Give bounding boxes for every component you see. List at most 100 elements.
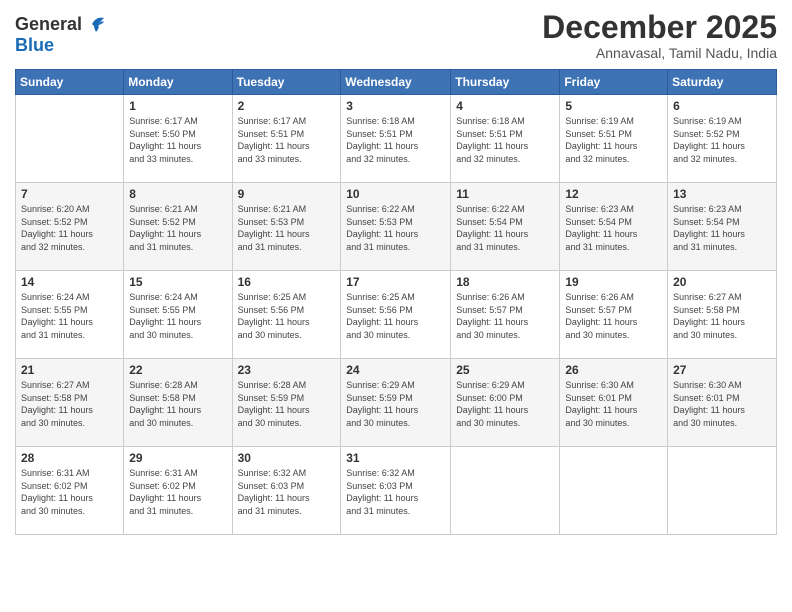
day-info: Sunrise: 6:23 AM Sunset: 5:54 PM Dayligh… [565, 203, 662, 253]
calendar-header-row: SundayMondayTuesdayWednesdayThursdayFrid… [16, 70, 777, 95]
day-info: Sunrise: 6:24 AM Sunset: 5:55 PM Dayligh… [21, 291, 118, 341]
calendar-cell: 20Sunrise: 6:27 AM Sunset: 5:58 PM Dayli… [668, 271, 777, 359]
logo-general-text: General [15, 14, 82, 35]
calendar-cell: 21Sunrise: 6:27 AM Sunset: 5:58 PM Dayli… [16, 359, 124, 447]
calendar-cell: 14 Sunrise: 6:24 AM Sunset: 5:55 PM Dayli… [16, 271, 124, 359]
calendar-week-row: 14 Sunrise: 6:24 AM Sunset: 5:55 PM Dayli… [16, 271, 777, 359]
calendar-cell: 11 Sunrise: 6:22 AM Sunset: 5:54 PM Dayli… [451, 183, 560, 271]
day-info: Sunrise: 6:26 AM Sunset: 5:57 PM Dayligh… [565, 291, 662, 341]
calendar-cell: 1 Sunrise: 6:17 AM Sunset: 5:50 PM Daylig… [124, 95, 232, 183]
logo-bird-icon [84, 14, 106, 34]
day-info: Sunrise: 6:32 AM Sunset: 6:03 PM Dayligh… [238, 467, 336, 517]
day-info: Sunrise: 6:18 AM Sunset: 5:51 PM Dayligh… [346, 115, 445, 165]
calendar-cell [451, 447, 560, 535]
day-number: 11 [456, 187, 554, 201]
logo: General Blue [15, 14, 106, 56]
day-number: 8 [129, 187, 226, 201]
calendar-cell: 30Sunrise: 6:32 AM Sunset: 6:03 PM Dayli… [232, 447, 341, 535]
day-of-week-header: Monday [124, 70, 232, 95]
day-info: Sunrise: 6:28 AM Sunset: 5:58 PM Dayligh… [129, 379, 226, 429]
day-number: 16 [238, 275, 336, 289]
day-of-week-header: Wednesday [341, 70, 451, 95]
day-number: 23 [238, 363, 336, 377]
calendar-cell: 28 Sunrise: 6:31 AM Sunset: 6:02 PM Dayli… [16, 447, 124, 535]
day-number: 27 [673, 363, 771, 377]
day-info: Sunrise: 6:21 AM Sunset: 5:52 PM Dayligh… [129, 203, 226, 253]
calendar-table: SundayMondayTuesdayWednesdayThursdayFrid… [15, 69, 777, 535]
day-number: 3 [346, 99, 445, 113]
day-info: Sunrise: 6:23 AM Sunset: 5:54 PM Dayligh… [673, 203, 771, 253]
day-info: Sunrise: 6:19 AM Sunset: 5:52 PM Dayligh… [673, 115, 771, 165]
calendar-cell: 31Sunrise: 6:32 AM Sunset: 6:03 PM Dayli… [341, 447, 451, 535]
day-number: 18 [456, 275, 554, 289]
calendar-week-row: 28 Sunrise: 6:31 AM Sunset: 6:02 PM Dayli… [16, 447, 777, 535]
day-number: 19 [565, 275, 662, 289]
calendar-cell: 2 Sunrise: 6:17 AM Sunset: 5:51 PM Daylig… [232, 95, 341, 183]
day-number: 28 [21, 451, 118, 465]
day-number: 5 [565, 99, 662, 113]
day-number: 26 [565, 363, 662, 377]
day-info: Sunrise: 6:19 AM Sunset: 5:51 PM Dayligh… [565, 115, 662, 165]
day-info: Sunrise: 6:27 AM Sunset: 5:58 PM Dayligh… [673, 291, 771, 341]
day-number: 14 [21, 275, 118, 289]
calendar-week-row: 7 Sunrise: 6:20 AM Sunset: 5:52 PM Daylig… [16, 183, 777, 271]
calendar-cell [16, 95, 124, 183]
day-info: Sunrise: 6:29 AM Sunset: 5:59 PM Dayligh… [346, 379, 445, 429]
calendar-cell [560, 447, 668, 535]
calendar-cell: 4 Sunrise: 6:18 AM Sunset: 5:51 PM Daylig… [451, 95, 560, 183]
day-info: Sunrise: 6:31 AM Sunset: 6:02 PM Dayligh… [129, 467, 226, 517]
day-info: Sunrise: 6:21 AM Sunset: 5:53 PM Dayligh… [238, 203, 336, 253]
day-info: Sunrise: 6:31 AM Sunset: 6:02 PM Dayligh… [21, 467, 118, 517]
day-info: Sunrise: 6:22 AM Sunset: 5:54 PM Dayligh… [456, 203, 554, 253]
day-number: 25 [456, 363, 554, 377]
logo-blue-text: Blue [15, 35, 54, 55]
day-info: Sunrise: 6:18 AM Sunset: 5:51 PM Dayligh… [456, 115, 554, 165]
calendar-cell: 6 Sunrise: 6:19 AM Sunset: 5:52 PM Daylig… [668, 95, 777, 183]
calendar-cell: 12 Sunrise: 6:23 AM Sunset: 5:54 PM Dayli… [560, 183, 668, 271]
day-number: 22 [129, 363, 226, 377]
header: General Blue December 2025 Annavasal, Ta… [15, 10, 777, 61]
title-area: December 2025 Annavasal, Tamil Nadu, Ind… [542, 10, 777, 61]
calendar-week-row: 1 Sunrise: 6:17 AM Sunset: 5:50 PM Daylig… [16, 95, 777, 183]
day-of-week-header: Friday [560, 70, 668, 95]
calendar-cell: 10Sunrise: 6:22 AM Sunset: 5:53 PM Dayli… [341, 183, 451, 271]
day-number: 29 [129, 451, 226, 465]
calendar-cell: 25Sunrise: 6:29 AM Sunset: 6:00 PM Dayli… [451, 359, 560, 447]
day-number: 17 [346, 275, 445, 289]
calendar-cell: 29 Sunrise: 6:31 AM Sunset: 6:02 PM Dayli… [124, 447, 232, 535]
day-number: 2 [238, 99, 336, 113]
day-number: 24 [346, 363, 445, 377]
calendar-cell: 22 Sunrise: 6:28 AM Sunset: 5:58 PM Dayli… [124, 359, 232, 447]
page: General Blue December 2025 Annavasal, Ta… [0, 0, 792, 612]
calendar-cell [668, 447, 777, 535]
calendar-cell: 15 Sunrise: 6:24 AM Sunset: 5:55 PM Dayli… [124, 271, 232, 359]
calendar-cell: 17Sunrise: 6:25 AM Sunset: 5:56 PM Dayli… [341, 271, 451, 359]
calendar-cell: 24 Sunrise: 6:29 AM Sunset: 5:59 PM Dayli… [341, 359, 451, 447]
day-info: Sunrise: 6:32 AM Sunset: 6:03 PM Dayligh… [346, 467, 445, 517]
day-info: Sunrise: 6:22 AM Sunset: 5:53 PM Dayligh… [346, 203, 445, 253]
calendar-cell: 18Sunrise: 6:26 AM Sunset: 5:57 PM Dayli… [451, 271, 560, 359]
day-info: Sunrise: 6:24 AM Sunset: 5:55 PM Dayligh… [129, 291, 226, 341]
day-info: Sunrise: 6:25 AM Sunset: 5:56 PM Dayligh… [238, 291, 336, 341]
day-info: Sunrise: 6:30 AM Sunset: 6:01 PM Dayligh… [673, 379, 771, 429]
calendar-cell: 13Sunrise: 6:23 AM Sunset: 5:54 PM Dayli… [668, 183, 777, 271]
day-number: 6 [673, 99, 771, 113]
day-number: 21 [21, 363, 118, 377]
day-number: 1 [129, 99, 226, 113]
day-info: Sunrise: 6:17 AM Sunset: 5:50 PM Dayligh… [129, 115, 226, 165]
calendar-cell: 9Sunrise: 6:21 AM Sunset: 5:53 PM Daylig… [232, 183, 341, 271]
day-number: 12 [565, 187, 662, 201]
day-info: Sunrise: 6:20 AM Sunset: 5:52 PM Dayligh… [21, 203, 118, 253]
calendar-cell: 16 Sunrise: 6:25 AM Sunset: 5:56 PM Dayli… [232, 271, 341, 359]
calendar-cell: 27 Sunrise: 6:30 AM Sunset: 6:01 PM Dayli… [668, 359, 777, 447]
calendar-week-row: 21Sunrise: 6:27 AM Sunset: 5:58 PM Dayli… [16, 359, 777, 447]
day-of-week-header: Tuesday [232, 70, 341, 95]
calendar-cell: 3 Sunrise: 6:18 AM Sunset: 5:51 PM Daylig… [341, 95, 451, 183]
month-title: December 2025 [542, 10, 777, 45]
calendar-cell: 19 Sunrise: 6:26 AM Sunset: 5:57 PM Dayli… [560, 271, 668, 359]
day-info: Sunrise: 6:17 AM Sunset: 5:51 PM Dayligh… [238, 115, 336, 165]
day-number: 15 [129, 275, 226, 289]
day-number: 4 [456, 99, 554, 113]
location: Annavasal, Tamil Nadu, India [542, 45, 777, 61]
day-number: 7 [21, 187, 118, 201]
